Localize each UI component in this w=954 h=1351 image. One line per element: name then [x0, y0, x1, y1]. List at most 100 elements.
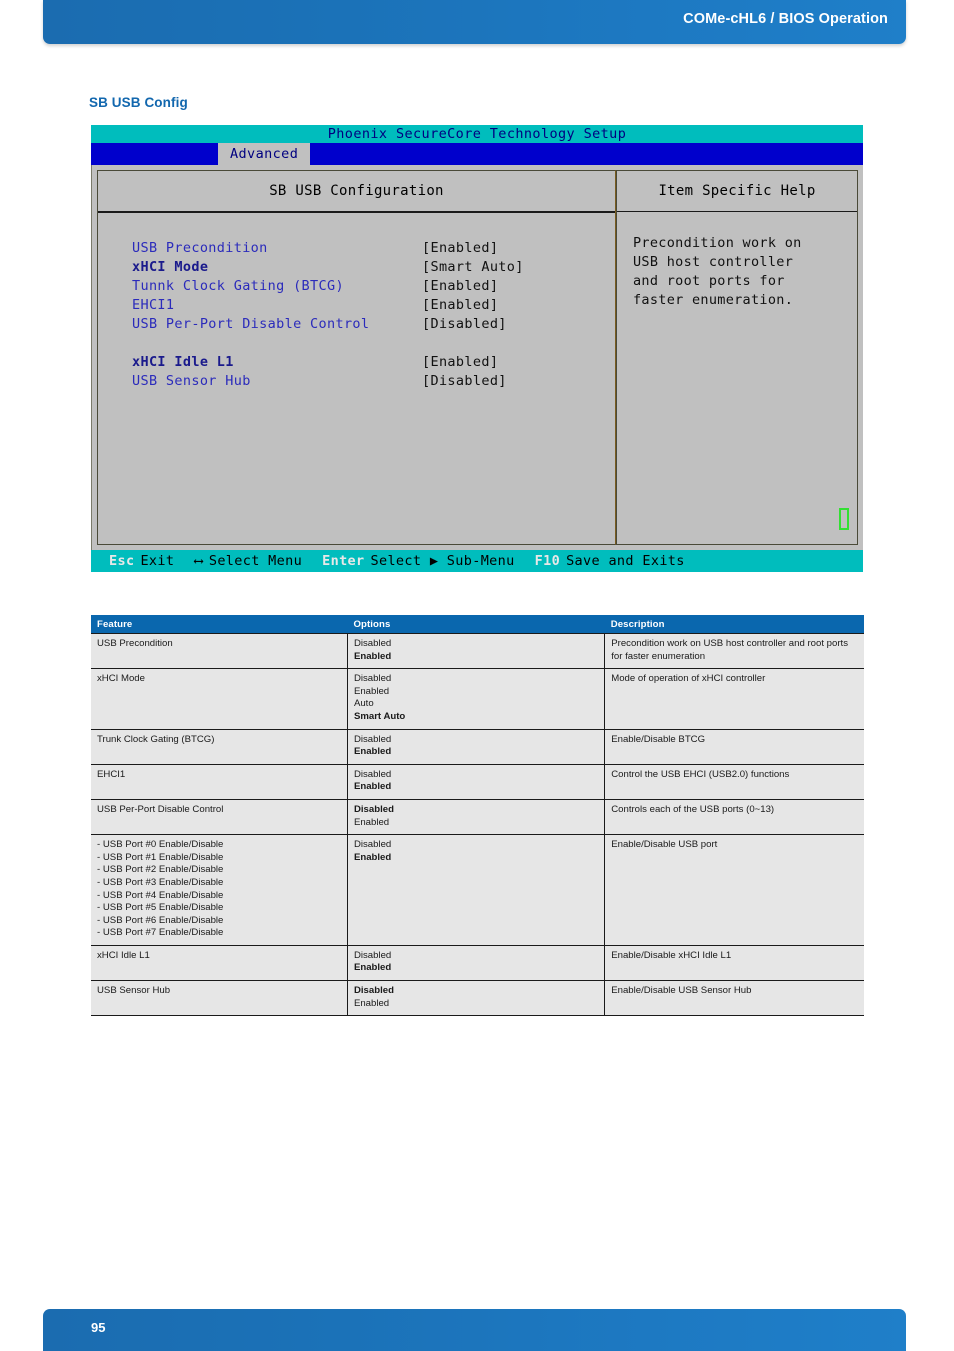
bios-setting-label: USB Precondition: [132, 240, 268, 256]
table-row: USB Per-Port Disable Control Disabled Enab…: [91, 798, 864, 835]
table-cell-description: Mode of operation of xHCI controller: [604, 668, 864, 730]
bios-menubar: Advanced: [91, 143, 863, 165]
table-cell-feature: USB Sensor Hub: [91, 980, 348, 1017]
page-number: 95: [91, 1320, 106, 1335]
bios-setting-row[interactable]: xHCI Idle L1 [Enabled]: [132, 353, 615, 372]
table-option: Disabled: [353, 839, 392, 851]
table-cell-feature: Trunk Clock Gating (BTCG): [91, 728, 348, 765]
page-header: COMe-cHL6 / BIOS Operation: [43, 0, 906, 44]
bios-setting-value[interactable]: [Enabled]: [422, 277, 498, 296]
table-cell-options: Disabled Enabled: [346, 834, 605, 946]
page-title: SB USB Config: [89, 95, 188, 110]
table-option: Enabled: [353, 997, 390, 1009]
table-option: Enabled: [353, 816, 390, 828]
table-cell-description: Controls each of the USB ports (0~13): [604, 798, 864, 835]
bios-key-label-2: Select Menu: [208, 553, 303, 569]
bios-help-line: Precondition work on: [633, 235, 802, 251]
bios-key-4[interactable]: F10: [535, 553, 560, 569]
table-option: Enabled: [353, 685, 390, 697]
table-row: - USB Port #0 Enable/Disable - USB Port …: [91, 834, 864, 946]
bios-settings-panel-title: SB USB Configuration: [98, 171, 615, 213]
table-option: Disabled: [353, 985, 394, 997]
table-row: EHCI1 Disabled Enabled Control the USB EHCI…: [91, 763, 864, 800]
scroll-indicator-icon: [839, 508, 849, 530]
bios-help-line: faster enumeration.: [633, 292, 794, 308]
bios-setting-row[interactable]: USB Per-Port Disable Control [Disabled]: [132, 315, 615, 334]
table-cell-options: Disabled Enabled: [346, 944, 605, 981]
bios-setting-row[interactable]: USB Precondition [Enabled]: [132, 239, 615, 258]
bios-key-label-3: Select ▶ Sub-Menu: [370, 553, 515, 569]
bios-setting-value[interactable]: [Enabled]: [422, 353, 498, 372]
bios-setting-value[interactable]: [Disabled]: [422, 315, 507, 334]
table-option: Enabled: [353, 746, 392, 758]
bios-setting-value[interactable]: [Enabled]: [422, 296, 498, 315]
bios-help-line: USB host controller: [633, 254, 794, 270]
bios-setting-row[interactable]: EHCI1 [Enabled]: [132, 296, 615, 315]
table-option: Smart Auto: [353, 710, 406, 722]
bios-help-line: and root ports for: [633, 273, 785, 289]
table-header-description: Description: [604, 615, 864, 634]
table-option: Auto: [353, 698, 374, 710]
table-cell-description: Enable/Disable xHCI Idle L1: [604, 944, 864, 981]
table-option: Disabled: [353, 733, 392, 745]
table-cell-options: Disabled Enabled: [346, 632, 605, 669]
bios-setting-spacer: [132, 334, 615, 353]
table-cell-description: Precondition work on USB host controller…: [604, 632, 864, 669]
settings-reference-table: Feature Options Description USB Precondi…: [91, 615, 864, 1017]
table-cell-description: Control the USB EHCI (USB2.0) functions: [604, 763, 864, 800]
table-option: Enabled: [353, 781, 392, 793]
table-option: Enabled: [353, 650, 392, 662]
table-option: Disabled: [353, 673, 392, 685]
table-cell-description: Enable/Disable USB port: [604, 834, 864, 946]
bios-help-text: Precondition work on USB host controller a…: [617, 212, 857, 310]
bios-setting-row[interactable]: Tunnk Clock Gating (BTCG) [Enabled]: [132, 277, 615, 296]
bios-settings-list: USB Precondition [Enabled] xHCI Mode [Smart…: [98, 213, 615, 391]
bios-titlebar: Phoenix SecureCore Technology Setup: [91, 125, 863, 143]
bios-setting-value[interactable]: [Smart Auto]: [422, 258, 524, 277]
table-cell-description: Enable/Disable USB Sensor Hub: [604, 980, 864, 1017]
bios-screenshot: Phoenix SecureCore Technology Setup Adva…: [91, 125, 863, 572]
tab-advanced[interactable]: Advanced: [218, 143, 311, 165]
bios-setting-value[interactable]: [Disabled]: [422, 372, 507, 391]
table-cell-description: Enable/Disable BTCG: [604, 728, 864, 765]
bios-setting-label: xHCI Mode: [132, 259, 209, 275]
bios-key-3[interactable]: Enter: [322, 553, 364, 569]
table-cell-feature: - USB Port #0 Enable/Disable - USB Port …: [91, 834, 348, 946]
bios-key-2[interactable]: ⟷: [194, 553, 202, 569]
bios-help-panel: Item Specific Help Precondition work on U…: [616, 170, 858, 545]
table-cell-feature: xHCI Mode: [91, 668, 348, 730]
table-header-feature: Feature: [91, 615, 348, 634]
table-cell-feature: xHCI Idle L1: [91, 944, 348, 981]
bios-help-panel-title: Item Specific Help: [617, 171, 857, 212]
table-option: Disabled: [353, 638, 392, 649]
bios-key-label-1: Exit: [140, 553, 175, 569]
table-cell-options: Disabled Enabled: [346, 980, 605, 1017]
table-cell-options: Disabled Enabled: [346, 728, 605, 765]
table-option: Enabled: [353, 851, 392, 863]
bios-setting-value[interactable]: [Enabled]: [422, 239, 498, 258]
table-row: USB Sensor Hub Disabled Enabled Enable/Disa…: [91, 980, 864, 1017]
table-cell-feature: EHCI1: [91, 763, 348, 800]
bios-setting-label: [132, 334, 422, 353]
table-header-row: Feature Options Description: [91, 615, 864, 634]
table-row: xHCI Idle L1 Disabled Enabled Enable/Disabl…: [91, 944, 864, 981]
bios-setting-label: USB Per-Port Disable Control: [132, 316, 370, 332]
table-option: Disabled: [353, 803, 394, 815]
table-cell-options: Disabled Enabled Auto Smart Auto: [346, 668, 605, 730]
table-header-options: Options: [347, 615, 605, 634]
bios-setting-label: xHCI Idle L1: [132, 354, 234, 370]
bios-setting-row[interactable]: USB Sensor Hub [Disabled]: [132, 372, 615, 391]
page-header-title: COMe-cHL6 / BIOS Operation: [683, 11, 888, 27]
table-option: Enabled: [353, 962, 392, 974]
table-option: Disabled: [353, 768, 392, 780]
bios-key-label-4: Save and Exits: [566, 553, 685, 569]
bios-key-1[interactable]: Esc: [109, 553, 134, 569]
bios-setting-row[interactable]: xHCI Mode [Smart Auto]: [132, 258, 615, 277]
bios-settings-panel: SB USB Configuration USB Precondition [En…: [97, 170, 616, 545]
table-cell-options: Disabled Enabled: [346, 763, 605, 800]
bios-setting-label: Tunnk Clock Gating (BTCG): [132, 278, 344, 294]
table-cell-feature: USB Precondition: [91, 632, 348, 669]
table-option: Disabled: [353, 949, 392, 961]
bios-setting-label: USB Sensor Hub: [132, 373, 251, 389]
table-cell-feature: USB Per-Port Disable Control: [91, 798, 348, 835]
